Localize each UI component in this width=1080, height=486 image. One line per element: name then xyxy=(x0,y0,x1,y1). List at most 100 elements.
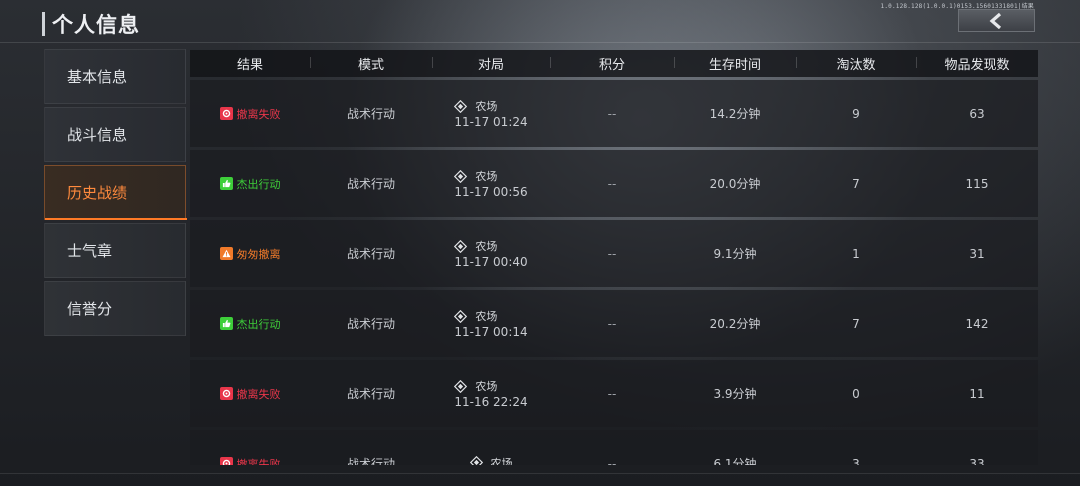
map-name: 农场 xyxy=(475,100,498,113)
match-time: 11-17 01:24 xyxy=(454,115,528,129)
match-time: 11-17 00:40 xyxy=(454,255,528,269)
page-title: 个人信息 xyxy=(52,13,140,37)
result-label: 杰出行动 xyxy=(236,317,281,331)
warning-icon xyxy=(219,247,233,260)
result-label: 撤离失败 xyxy=(236,457,281,466)
map-diamond-icon xyxy=(454,169,468,183)
score-cell: -- xyxy=(607,386,617,401)
sidebar-item-match-history[interactable]: 历史战绩 xyxy=(44,165,187,220)
items-found-cell: 115 xyxy=(965,176,989,191)
table-row[interactable]: 杰出行动 战术行动 农场 11-17 00:56 -- 20.0分钟 7 115 xyxy=(190,150,1038,217)
score-cell: -- xyxy=(607,106,617,121)
map-name: 农场 xyxy=(475,380,498,393)
map-name: 农场 xyxy=(490,456,513,465)
mode-cell: 战术行动 xyxy=(346,247,395,261)
sidebar-item-label: 战斗信息 xyxy=(67,126,128,144)
match-cell: 农场 11-17 00:14 xyxy=(432,308,550,339)
match-time: 11-16 22:24 xyxy=(454,395,528,409)
column-header-survival-time: 生存时间 xyxy=(674,54,796,73)
result-label: 撤离失败 xyxy=(236,107,281,121)
table-header: 结果 模式 对局 积分 生存时间 淘汰数 物品发现数 xyxy=(190,50,1038,77)
result-status: 杰出行动 xyxy=(190,176,310,192)
back-arrow-icon xyxy=(989,12,1001,29)
sidebar-item-combat-info[interactable]: 战斗信息 xyxy=(44,107,186,162)
score-cell: -- xyxy=(607,176,617,191)
map-diamond-icon xyxy=(454,239,468,253)
score-cell: -- xyxy=(607,456,617,466)
result-cell: 杰出行动 xyxy=(190,316,310,332)
items-found-cell: 31 xyxy=(969,246,985,261)
sidebar-item-label: 历史战绩 xyxy=(67,184,128,202)
result-cell: 杰出行动 xyxy=(190,176,310,192)
match-cell: 农场 xyxy=(432,455,550,465)
result-label: 撤离失败 xyxy=(236,387,281,401)
score-cell: -- xyxy=(607,246,617,261)
match-cell: 农场 11-17 01:24 xyxy=(432,98,550,129)
column-header-match: 对局 xyxy=(432,54,550,73)
sidebar-item-morale-badge[interactable]: 士气章 xyxy=(44,223,186,278)
back-button[interactable] xyxy=(958,9,1035,32)
map-diamond-icon xyxy=(454,379,468,393)
result-cell: 匆匆撤离 xyxy=(190,246,310,262)
sidebar-item-basic-info[interactable]: 基本信息 xyxy=(44,49,186,104)
table-row[interactable]: 匆匆撤离 战术行动 农场 11-17 00:40 -- 9.1分钟 1 31 xyxy=(190,220,1038,287)
survival-time-cell: 3.9分钟 xyxy=(713,387,757,401)
mode-cell: 战术行动 xyxy=(346,107,395,121)
table-row[interactable]: 撤离失败 战术行动 农场 11-16 22:24 -- 3.9分钟 0 11 xyxy=(190,360,1038,427)
map-diamond-icon xyxy=(454,99,468,113)
mode-cell: 战术行动 xyxy=(346,317,395,331)
result-status: 撤离失败 xyxy=(190,106,310,122)
mode-cell: 战术行动 xyxy=(346,457,395,465)
items-found-cell: 63 xyxy=(969,106,985,121)
fail-icon xyxy=(219,457,233,465)
sidebar-item-label: 士气章 xyxy=(67,242,113,260)
sidebar: 基本信息 战斗信息 历史战绩 士气章 信誉分 xyxy=(44,49,187,339)
match-history-table: 结果 模式 对局 积分 生存时间 淘汰数 物品发现数 撤离失败 战术行动 农场 11-… xyxy=(190,50,1038,465)
match-cell: 农场 11-17 00:40 xyxy=(432,238,550,269)
survival-time-cell: 20.0分钟 xyxy=(709,177,761,191)
survival-time-cell: 14.2分钟 xyxy=(709,107,761,121)
map-diamond-icon xyxy=(469,456,483,465)
fail-icon xyxy=(219,387,233,400)
kills-cell: 0 xyxy=(852,386,860,401)
table-body: 撤离失败 战术行动 农场 11-17 01:24 -- 14.2分钟 9 63 杰出行动 战术行动… xyxy=(190,80,1038,465)
match-cell: 农场 11-16 22:24 xyxy=(432,378,550,409)
table-row[interactable]: 撤离失败 战术行动 农场 -- 6.1分钟 3 33 xyxy=(190,430,1038,465)
match-time: 11-17 00:56 xyxy=(454,185,528,199)
result-status: 匆匆撤离 xyxy=(190,246,310,262)
survival-time-cell: 9.1分钟 xyxy=(713,247,757,261)
result-cell: 撤离失败 xyxy=(190,386,310,402)
score-cell: -- xyxy=(607,316,617,331)
fail-icon xyxy=(219,107,233,120)
column-header-score: 积分 xyxy=(550,54,674,73)
survival-time-cell: 20.2分钟 xyxy=(709,317,761,331)
match-time: 11-17 00:14 xyxy=(454,325,528,339)
table-row[interactable]: 撤离失败 战术行动 农场 11-17 01:24 -- 14.2分钟 9 63 xyxy=(190,80,1038,147)
result-status: 杰出行动 xyxy=(190,316,310,332)
items-found-cell: 142 xyxy=(965,316,989,331)
items-found-cell: 33 xyxy=(969,456,985,466)
map-name: 农场 xyxy=(475,170,498,183)
column-header-kills: 淘汰数 xyxy=(796,54,916,73)
header-divider xyxy=(0,42,1080,43)
kills-cell: 1 xyxy=(852,246,860,261)
result-status: 撤离失败 xyxy=(190,456,310,466)
sidebar-item-label: 基本信息 xyxy=(67,68,128,86)
column-header-result: 结果 xyxy=(236,58,263,73)
sidebar-item-label: 信誉分 xyxy=(67,300,113,318)
column-header-mode: 模式 xyxy=(310,54,432,73)
result-cell: 撤离失败 xyxy=(190,106,310,122)
result-label: 杰出行动 xyxy=(236,177,281,191)
table-row[interactable]: 杰出行动 战术行动 农场 11-17 00:14 -- 20.2分钟 7 142 xyxy=(190,290,1038,357)
mode-cell: 战术行动 xyxy=(346,177,395,191)
thumbs-up-icon xyxy=(219,317,233,330)
kills-cell: 7 xyxy=(852,316,860,331)
result-cell: 撤离失败 xyxy=(190,456,310,466)
mode-cell: 战术行动 xyxy=(346,387,395,401)
kills-cell: 7 xyxy=(852,176,860,191)
sidebar-item-reputation[interactable]: 信誉分 xyxy=(44,281,186,336)
thumbs-up-icon xyxy=(219,177,233,190)
title-accent-bar xyxy=(42,12,45,36)
kills-cell: 3 xyxy=(852,456,860,466)
kills-cell: 9 xyxy=(852,106,860,121)
